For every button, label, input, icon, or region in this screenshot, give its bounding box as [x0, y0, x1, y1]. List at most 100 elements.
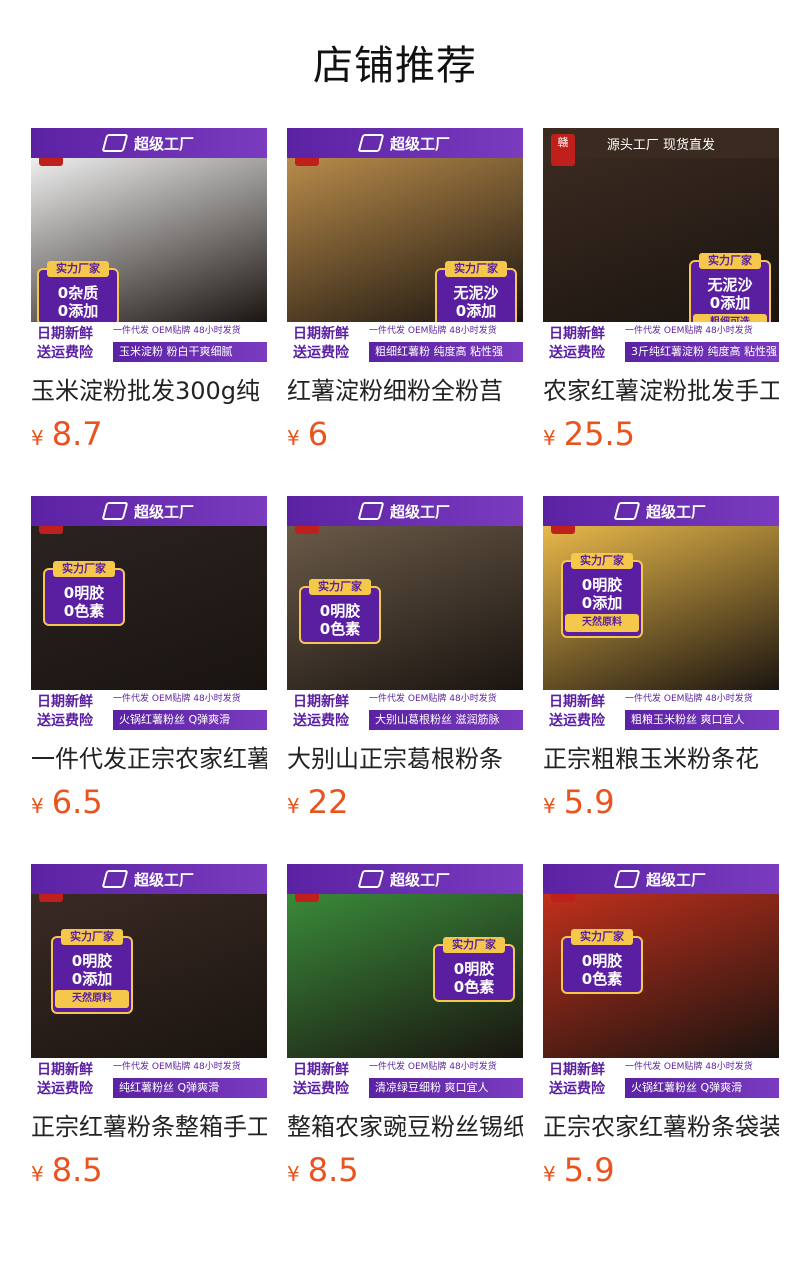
product-price: ¥6	[287, 414, 523, 454]
product-name[interactable]: 正宗农家红薯粉条袋装	[543, 1112, 779, 1142]
page-title: 店铺推荐	[313, 43, 477, 89]
promo-tag: 日期新鲜	[37, 1062, 93, 1078]
badge-line: 0添加	[709, 294, 751, 312]
feature-badge: 实力厂家 0明胶 0色素	[433, 937, 515, 1002]
product-card[interactable]: 赣 超级工厂 实力厂家 0明胶 0色素 日期新鲜 送运费险 一件代发 OEM贴牌…	[287, 864, 523, 1232]
product-image[interactable]: 赣 源头工厂 现货直发 实力厂家 无泥沙 0添加 粗细可选 日期新鲜 送运费险 …	[543, 128, 779, 364]
promo-tag: 送运费险	[293, 713, 349, 729]
product-slogan: 粗细红薯粉 纯度高 粘性强	[369, 342, 523, 362]
product-image[interactable]: 赣 超级工厂 实力厂家 无泥沙 0添加 粗细可选 日期新鲜 送运费险 一件代发 …	[287, 128, 523, 364]
badge-subtitle: 天然原料	[565, 614, 639, 632]
badge-line: 0明胶	[453, 960, 495, 978]
badge-title: 实力厂家	[571, 929, 633, 945]
product-card[interactable]: 赣 超级工厂 实力厂家 无泥沙 0添加 粗细可选 日期新鲜 送运费险 一件代发 …	[287, 128, 523, 496]
promo-tag: 送运费险	[37, 1081, 93, 1097]
product-price: ¥8.5	[31, 1150, 267, 1190]
product-card[interactable]: 赣 源头工厂 现货直发 实力厂家 无泥沙 0添加 粗细可选 日期新鲜 送运费险 …	[543, 128, 779, 496]
product-image[interactable]: 赣 超级工厂 实力厂家 0明胶 0色素 日期新鲜 送运费险 一件代发 OEM贴牌…	[31, 496, 267, 732]
product-slogan: 3斤纯红薯淀粉 纯度高 粘性强	[625, 342, 779, 362]
feature-badge: 实力厂家 0明胶 0添加 天然原料	[51, 929, 133, 1014]
product-card[interactable]: 赣 超级工厂 实力厂家 0明胶 0添加 天然原料 日期新鲜 送运费险 一件代发 …	[31, 864, 267, 1232]
badge-line: 0色素	[319, 620, 361, 638]
diamond-icon	[357, 134, 385, 152]
image-footer: 日期新鲜 送运费险 一件代发 OEM贴牌 48小时发货 清凉绿豆细粉 爽口宜人	[287, 1058, 523, 1100]
banner-text: 超级工厂	[645, 502, 706, 521]
badge-line: 0明胶	[581, 576, 623, 594]
image-banner: 超级工厂	[287, 496, 523, 526]
image-footer: 日期新鲜 送运费险 一件代发 OEM贴牌 48小时发货 火锅红薯粉丝 Q弹爽滑	[543, 1058, 779, 1100]
product-card[interactable]: 赣 超级工厂 实力厂家 0明胶 0添加 天然原料 日期新鲜 送运费险 一件代发 …	[543, 496, 779, 864]
product-name[interactable]: 农家红薯淀粉批发手工	[543, 376, 779, 406]
feature-badge: 实力厂家 0明胶 0色素	[43, 561, 125, 626]
diamond-icon	[101, 502, 129, 520]
promo-tag: 送运费险	[549, 713, 605, 729]
badge-title: 实力厂家	[443, 937, 505, 953]
product-name[interactable]: 整箱农家豌豆粉丝锡纸	[287, 1112, 523, 1142]
feature-badge: 实力厂家 0明胶 0色素	[299, 579, 381, 644]
image-footer: 日期新鲜 送运费险 一件代发 OEM贴牌 48小时发货 火锅红薯粉丝 Q弹爽滑	[31, 690, 267, 732]
badge-line: 0杂质	[57, 284, 99, 302]
image-banner: 超级工厂	[31, 128, 267, 158]
product-price: ¥8.5	[287, 1150, 523, 1190]
promo-tag: 日期新鲜	[293, 326, 349, 342]
promo-tag: 送运费险	[37, 713, 93, 729]
product-image[interactable]: 赣 超级工厂 实力厂家 0明胶 0色素 日期新鲜 送运费险 一件代发 OEM贴牌…	[287, 864, 523, 1100]
currency-symbol: ¥	[31, 794, 44, 818]
price-amount: 25.5	[563, 415, 635, 453]
image-banner: 超级工厂	[287, 128, 523, 158]
badge-line: 0添加	[455, 302, 497, 320]
service-ribbon: 一件代发 OEM贴牌 48小时发货	[113, 326, 241, 336]
product-name[interactable]: 一件代发正宗农家红薯	[31, 744, 267, 774]
product-price: ¥5.9	[543, 1150, 779, 1190]
badge-line: 无泥沙	[707, 276, 753, 294]
badge-title: 实力厂家	[445, 261, 507, 277]
banner-text: 超级工厂	[389, 134, 450, 153]
product-grid: 赣 超级工厂 实力厂家 0杂质 0添加 日期新鲜 送运费险 一件代发 OEM贴牌…	[31, 128, 783, 1232]
product-name[interactable]: 正宗粗粮玉米粉条花	[543, 744, 779, 774]
product-name[interactable]: 玉米淀粉批发300g纯	[31, 376, 267, 406]
price-amount: 8.5	[51, 1151, 103, 1189]
promo-tag: 送运费险	[37, 345, 93, 361]
product-name[interactable]: 红薯淀粉细粉全粉莒	[287, 376, 523, 406]
product-name[interactable]: 大别山正宗葛根粉条	[287, 744, 523, 774]
product-card[interactable]: 赣 超级工厂 实力厂家 0杂质 0添加 日期新鲜 送运费险 一件代发 OEM贴牌…	[31, 128, 267, 496]
image-banner: 超级工厂	[31, 864, 267, 894]
image-footer: 日期新鲜 送运费险 一件代发 OEM贴牌 48小时发货 粗粮玉米粉丝 爽口宜人	[543, 690, 779, 732]
promo-tag: 日期新鲜	[549, 694, 605, 710]
product-name[interactable]: 正宗红薯粉条整箱手工	[31, 1112, 267, 1142]
product-card[interactable]: 赣 超级工厂 实力厂家 0明胶 0色素 日期新鲜 送运费险 一件代发 OEM贴牌…	[31, 496, 267, 864]
badge-line: 0添加	[71, 970, 113, 988]
product-card[interactable]: 赣 超级工厂 实力厂家 0明胶 0色素 日期新鲜 送运费险 一件代发 OEM贴牌…	[543, 864, 779, 1232]
promo-tag: 日期新鲜	[293, 1062, 349, 1078]
currency-symbol: ¥	[543, 794, 556, 818]
price-amount: 5.9	[563, 1151, 615, 1189]
promo-tag: 日期新鲜	[37, 694, 93, 710]
badge-title: 实力厂家	[571, 553, 633, 569]
product-price: ¥5.9	[543, 782, 779, 822]
currency-symbol: ¥	[31, 426, 44, 450]
feature-badge: 实力厂家 0明胶 0色素	[561, 929, 643, 994]
product-slogan: 粗粮玉米粉丝 爽口宜人	[625, 710, 779, 730]
image-banner: 超级工厂	[287, 864, 523, 894]
promo-tags: 日期新鲜 送运费险	[543, 322, 625, 364]
promo-tag: 日期新鲜	[293, 694, 349, 710]
promo-tag: 送运费险	[293, 345, 349, 361]
product-image[interactable]: 赣 超级工厂 实力厂家 0明胶 0色素 日期新鲜 送运费险 一件代发 OEM贴牌…	[287, 496, 523, 732]
image-banner: 源头工厂 现货直发	[543, 128, 779, 158]
product-image[interactable]: 赣 超级工厂 实力厂家 0杂质 0添加 日期新鲜 送运费险 一件代发 OEM贴牌…	[31, 128, 267, 364]
badge-line: 0色素	[63, 602, 105, 620]
badge-title: 实力厂家	[699, 253, 761, 269]
product-image[interactable]: 赣 超级工厂 实力厂家 0明胶 0添加 天然原料 日期新鲜 送运费险 一件代发 …	[31, 864, 267, 1100]
product-card[interactable]: 赣 超级工厂 实力厂家 0明胶 0色素 日期新鲜 送运费险 一件代发 OEM贴牌…	[287, 496, 523, 864]
image-footer: 日期新鲜 送运费险 一件代发 OEM贴牌 48小时发货 玉米淀粉 粉白干爽细腻	[31, 322, 267, 364]
image-footer: 日期新鲜 送运费险 一件代发 OEM贴牌 48小时发货 大别山葛根粉丝 滋润筋脉	[287, 690, 523, 732]
currency-symbol: ¥	[31, 1162, 44, 1186]
diamond-icon	[613, 870, 641, 888]
product-image[interactable]: 赣 超级工厂 实力厂家 0明胶 0色素 日期新鲜 送运费险 一件代发 OEM贴牌…	[543, 864, 779, 1100]
currency-symbol: ¥	[287, 426, 300, 450]
product-image[interactable]: 赣 超级工厂 实力厂家 0明胶 0添加 天然原料 日期新鲜 送运费险 一件代发 …	[543, 496, 779, 732]
badge-line: 0色素	[581, 970, 623, 988]
service-ribbon: 一件代发 OEM贴牌 48小时发货	[369, 694, 497, 704]
currency-symbol: ¥	[543, 426, 556, 450]
feature-badge: 实力厂家 0明胶 0添加 天然原料	[561, 553, 643, 638]
